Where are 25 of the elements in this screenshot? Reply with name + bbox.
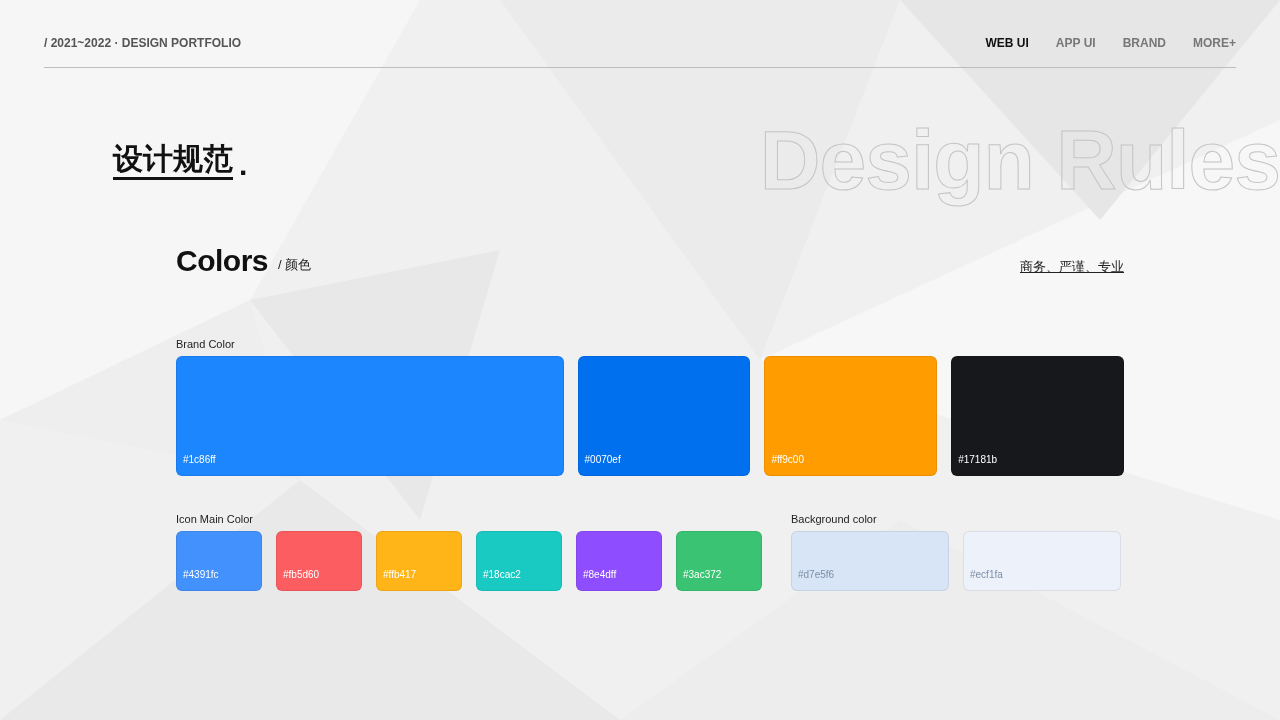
hex-code: #0070ef [584, 454, 621, 465]
hex-code: #18cac2 [483, 569, 521, 580]
section-subtitle: / 颜色 [278, 256, 312, 274]
hex-code: #d7e5f6 [798, 569, 835, 580]
title-dot: . [239, 149, 248, 180]
hex-code: #ecf1fa [970, 569, 1003, 580]
hex-code: #ff9c00 [771, 454, 804, 465]
hex-code: #fb5d60 [283, 569, 320, 580]
portfolio-title: / 2021~2022 · DESIGN PORTFOLIO [44, 36, 242, 50]
hex-code: #3ac372 [683, 569, 722, 580]
hex-code: #4391fc [183, 569, 219, 580]
hex-code: #ffb417 [383, 569, 417, 580]
hex-code: #8e4dff [583, 569, 617, 580]
tagline-link[interactable]: 商务、严谨、专业 [1020, 258, 1124, 278]
nav-link[interactable]: BRAND [1122, 36, 1166, 50]
group-label: Brand Color [176, 338, 236, 350]
nav-link[interactable]: WEB UI [985, 36, 1029, 50]
hex-code: #17181b [958, 454, 998, 465]
group-label: Icon Main Color [176, 513, 255, 525]
page-title: 设计规范 [113, 142, 233, 180]
nav-link[interactable]: APP UI [1055, 36, 1096, 50]
hex-code: #1c86ff [183, 454, 216, 465]
section-title: Colors [176, 244, 268, 278]
nav-link[interactable]: MORE+ [1193, 36, 1236, 50]
group-label: Background color [791, 513, 878, 525]
